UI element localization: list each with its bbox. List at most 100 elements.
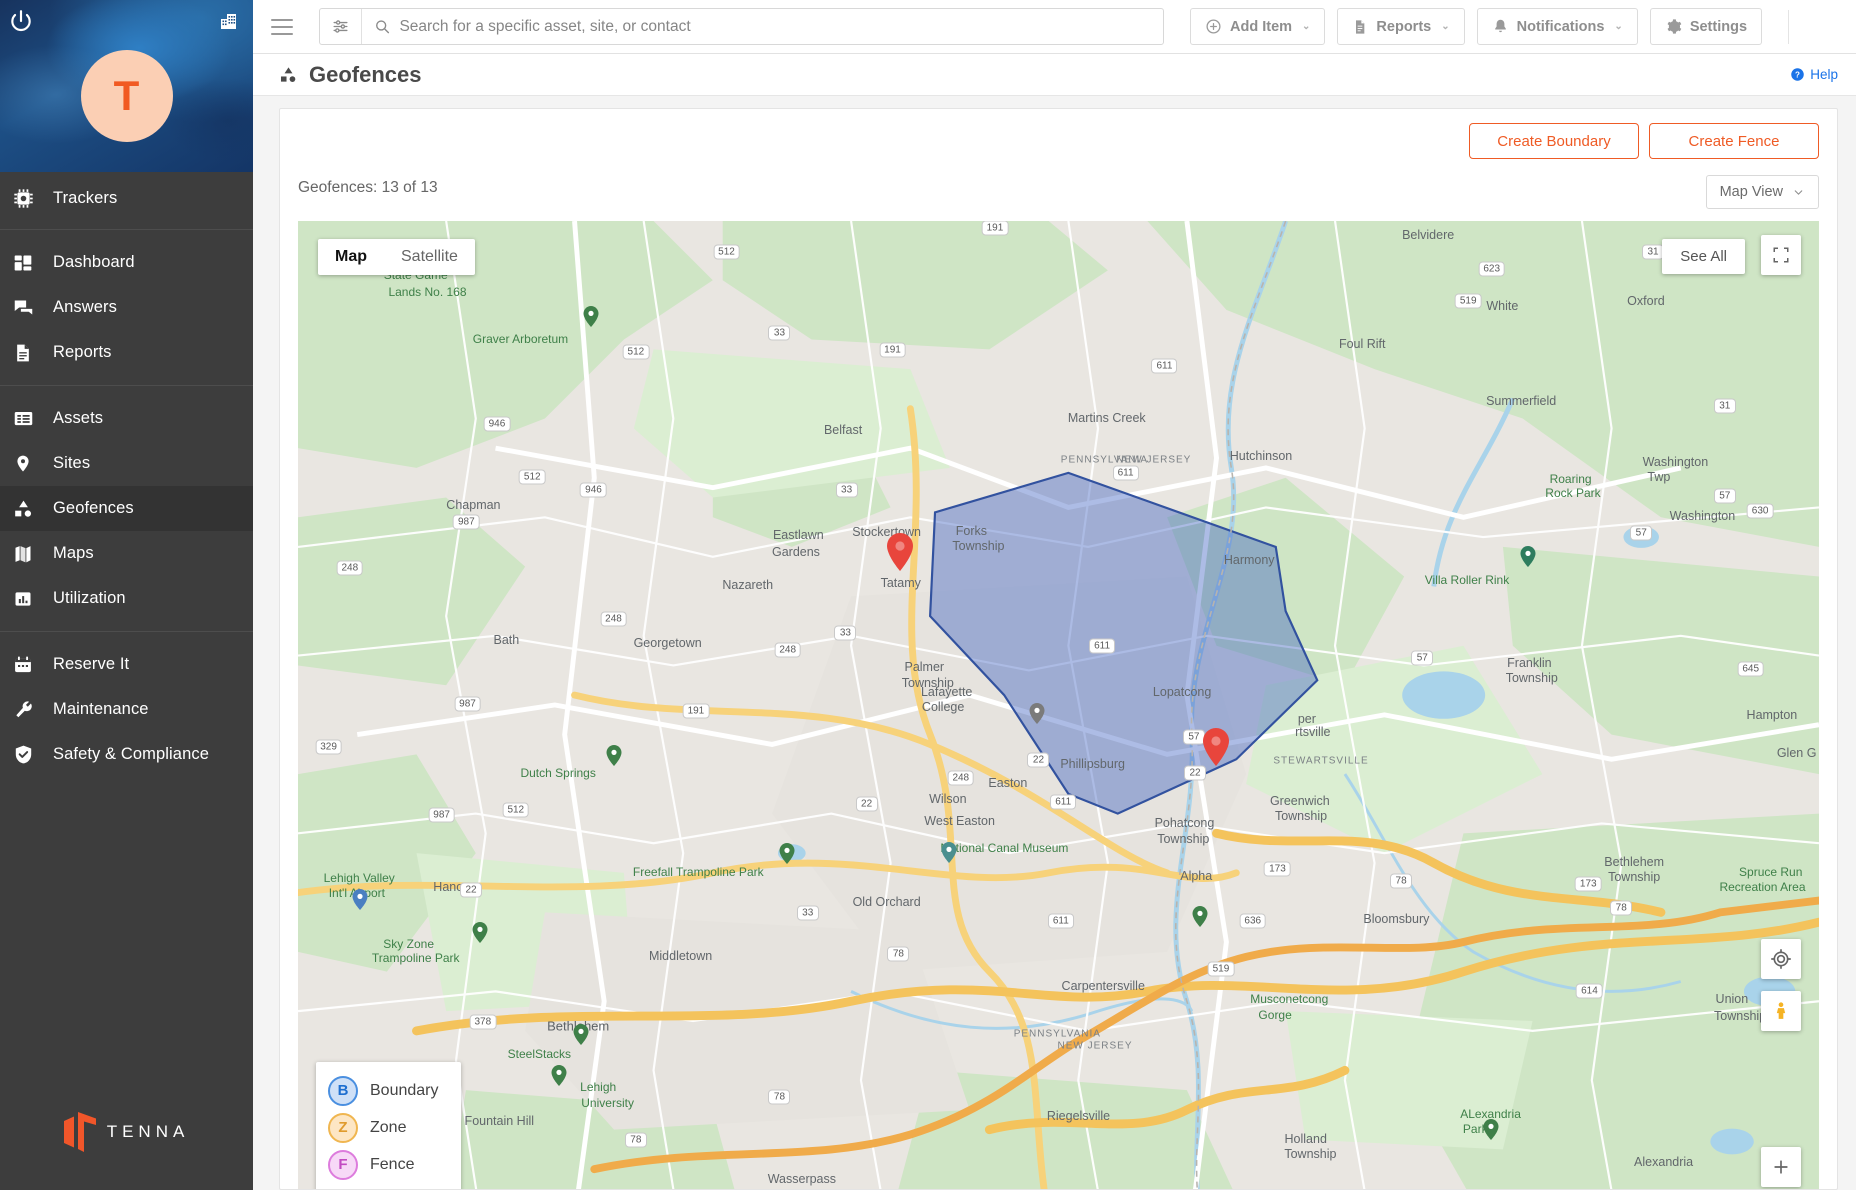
wrench-icon	[12, 699, 34, 721]
map-label: Spruce Run	[1739, 865, 1803, 880]
my-location-button[interactable]	[1761, 939, 1801, 979]
filter-sliders-icon[interactable]	[320, 9, 362, 44]
sidebar-item-utilization[interactable]: Utilization	[0, 576, 253, 621]
marker-forks-township[interactable]	[886, 532, 913, 576]
route-shield: 946	[483, 416, 511, 432]
map-poi-pin[interactable]	[583, 306, 599, 332]
map-label: Lehigh Valley	[323, 871, 395, 886]
route-shield: 33	[835, 482, 858, 498]
route-shield: 611	[1050, 794, 1077, 810]
map-label: National Canal Museum	[940, 841, 1069, 856]
map-label: NEW JERSEY	[1057, 1040, 1133, 1052]
map-label: Sky Zone	[383, 937, 435, 951]
map-poi-pin[interactable]	[551, 1065, 567, 1091]
help-label: Help	[1810, 67, 1838, 82]
route-shield: 987	[453, 514, 480, 530]
map-label: Greenwich	[1269, 793, 1330, 808]
map-poi-pin[interactable]	[472, 921, 488, 948]
map-view-dropdown[interactable]: Map View	[1705, 175, 1819, 209]
route-shield: 78	[887, 946, 910, 962]
map-label: Holland	[1284, 1131, 1327, 1146]
search-field[interactable]	[362, 17, 1163, 36]
marker-stewartsville[interactable]	[1203, 727, 1230, 771]
sidebar-item-label: Sites	[53, 454, 91, 472]
legend-item-boundary: B Boundary	[328, 1072, 439, 1109]
fullscreen-button[interactable]	[1761, 235, 1801, 275]
map-type-toggle[interactable]: Map Satellite	[318, 239, 475, 275]
hamburger-icon[interactable]	[271, 18, 293, 35]
plus-icon	[1774, 1160, 1788, 1174]
map-label: Gardens	[771, 545, 820, 560]
zoom-in-button[interactable]	[1761, 1147, 1801, 1187]
nav-group-insights: Dashboard Answers Reports	[0, 230, 253, 386]
sidebar-item-label: Maps	[53, 544, 94, 562]
map-container[interactable]: Map Satellite See All B Boundary Z Zone …	[298, 221, 1819, 1189]
search-icon	[376, 20, 390, 34]
street-view-button[interactable]	[1761, 991, 1801, 1031]
sidebar-item-assets[interactable]: Assets	[0, 396, 253, 441]
legend-label: Zone	[370, 1118, 407, 1136]
map-label: Township	[1274, 809, 1328, 824]
building-icon[interactable]	[217, 8, 241, 32]
sidebar-item-reports[interactable]: Reports	[0, 330, 253, 375]
map-label: NEW JERSEY	[1116, 454, 1192, 466]
map-label: Forks	[955, 523, 987, 538]
route-shield: 57	[1713, 488, 1736, 504]
sidebar-item-label: Geofences	[53, 499, 134, 517]
see-all-button[interactable]: See All	[1662, 239, 1745, 274]
add-item-button[interactable]: Add Item ⌄	[1190, 8, 1326, 45]
map-label: Graver Arboretum	[472, 332, 569, 347]
route-shield: 614	[1576, 983, 1603, 999]
map-poi-pin[interactable]	[352, 889, 368, 915]
page-title: Geofences	[309, 61, 422, 87]
map-poi-pin[interactable]	[1520, 546, 1536, 572]
sidebar-item-answers[interactable]: Answers	[0, 285, 253, 330]
avatar-wrapper[interactable]: T	[0, 50, 253, 142]
sidebar-item-geofences[interactable]: Geofences	[0, 486, 253, 531]
settings-button[interactable]: Settings	[1649, 8, 1763, 45]
map-legend: B Boundary Z Zone F Fence	[316, 1062, 461, 1189]
sidebar-item-maintenance[interactable]: Maintenance	[0, 687, 253, 732]
sidebar-item-trackers[interactable]: Trackers	[0, 176, 253, 221]
map-label: Fountain Hill	[464, 1113, 535, 1128]
sidebar-item-reserve-it[interactable]: Reserve It	[0, 642, 253, 687]
create-boundary-button[interactable]: Create Boundary	[1469, 123, 1639, 159]
map-poi-pin[interactable]	[1483, 1118, 1499, 1145]
map-label: Township	[1157, 831, 1210, 846]
page-title-group: Geofences	[279, 62, 422, 88]
map-label: Old Orchard	[852, 895, 921, 910]
sidebar-item-sites[interactable]: Sites	[0, 441, 253, 486]
map-label: Twp	[1647, 469, 1671, 484]
route-shield: 33	[768, 325, 791, 341]
map-poi-pin[interactable]	[606, 744, 621, 771]
create-fence-button[interactable]: Create Fence	[1649, 123, 1819, 159]
help-link[interactable]: ? Help	[1790, 67, 1838, 82]
sidebar-item-maps[interactable]: Maps	[0, 531, 253, 576]
map-poi-pin[interactable]	[573, 1024, 589, 1050]
map-type-map[interactable]: Map	[318, 239, 384, 275]
legend-badge-boundary: B	[328, 1075, 358, 1106]
map-label: White	[1486, 298, 1519, 313]
map-label: Phillipsburg	[1060, 756, 1125, 771]
sidebar-item-safety-compliance[interactable]: Safety & Compliance	[0, 732, 253, 777]
document-icon	[1356, 19, 1365, 34]
map-type-satellite[interactable]: Satellite	[384, 239, 475, 275]
map-label: Township	[952, 539, 1005, 554]
reports-button[interactable]: Reports ⌄	[1337, 8, 1465, 45]
map-poi-pin[interactable]	[1029, 702, 1045, 729]
sidebar-item-dashboard[interactable]: Dashboard	[0, 240, 253, 285]
search-input[interactable]	[399, 17, 1151, 36]
map-poi-pin[interactable]	[779, 842, 795, 869]
map-pin-icon	[12, 453, 34, 475]
route-shield: 78	[624, 1132, 647, 1148]
map-poi-pin[interactable]	[941, 841, 957, 868]
power-icon[interactable]	[8, 8, 34, 34]
notifications-button[interactable]: Notifications ⌄	[1476, 8, 1638, 45]
route-shield: 31	[1642, 244, 1664, 260]
map-poi-pin[interactable]	[1192, 906, 1208, 932]
route-shield: 31	[1713, 398, 1736, 414]
route-shield: 173	[1264, 861, 1291, 877]
route-shield: 57	[1411, 650, 1434, 666]
app-root: T Trackers Dashboard Answers Reports Ass…	[0, 0, 1856, 1190]
avatar[interactable]: T	[80, 50, 173, 142]
